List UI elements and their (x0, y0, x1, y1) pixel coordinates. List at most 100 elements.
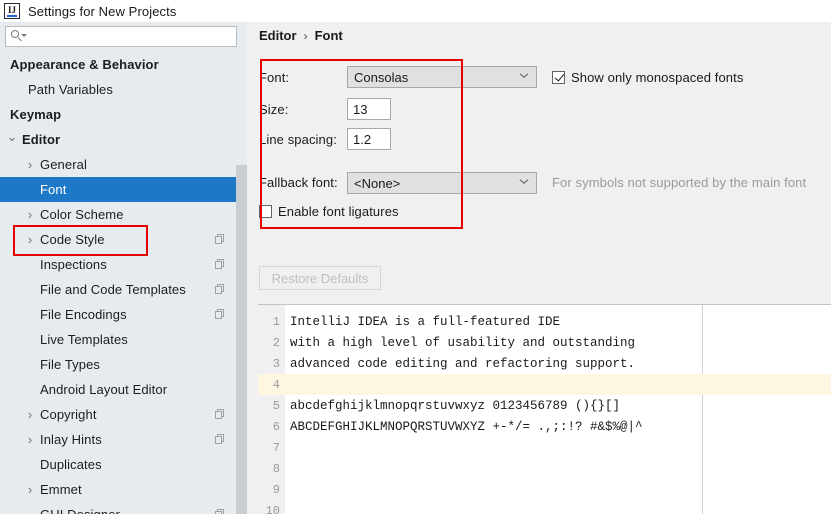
sidebar-item-label: General (40, 157, 87, 172)
line-number: 9 (258, 483, 285, 497)
line-text: advanced code editing and refactoring su… (290, 357, 635, 371)
chevron-down-icon[interactable]: ⌄ (6, 134, 18, 146)
sidebar-item-editor[interactable]: ⌄Editor (0, 127, 247, 152)
line-spacing-row: Line spacing: (259, 124, 831, 154)
copy-icon (215, 409, 225, 420)
sidebar-item-file-encodings[interactable]: File Encodings (0, 302, 247, 327)
ligatures-checkbox[interactable] (259, 205, 272, 218)
line-text: ABCDEFGHIJKLMNOPQRSTUVWXYZ +-*/= .,;:!? … (290, 420, 643, 434)
sidebar-item-label: Inspections (40, 257, 107, 272)
sidebar-item-live-templates[interactable]: Live Templates (0, 327, 247, 352)
monospaced-checkbox-row[interactable]: Show only monospaced fonts (552, 70, 743, 85)
font-row: Font: Consolas Show only monospaced font… (259, 60, 831, 94)
chevron-right-icon[interactable]: › (24, 209, 36, 221)
sidebar-item-label: Emmet (40, 482, 82, 497)
fallback-font-label: Fallback font: (259, 175, 347, 194)
search-icon (11, 30, 24, 43)
sidebar-item-color-scheme[interactable]: › Color Scheme (0, 202, 247, 227)
monospaced-checkbox[interactable] (552, 71, 565, 84)
fallback-font-hint: For symbols not supported by the main fo… (552, 175, 806, 194)
sidebar-scrollbar-thumb[interactable] (236, 165, 247, 514)
chevron-right-icon[interactable]: › (24, 234, 36, 246)
size-row: Size: (259, 94, 831, 124)
sidebar-item-emmet[interactable]: › Emmet (0, 477, 247, 502)
preview-line: 2with a high level of usability and outs… (258, 332, 831, 353)
size-label: Size: (259, 102, 347, 117)
chevron-down-icon (520, 178, 528, 186)
sidebar-item-label: Code Style (40, 232, 105, 247)
sidebar-item-label: Keymap (10, 107, 61, 122)
sidebar-item-general[interactable]: › General (0, 152, 247, 177)
sidebar-item-inspections[interactable]: Inspections (0, 252, 247, 277)
ligatures-label: Enable font ligatures (278, 204, 399, 219)
sidebar-item-file-types[interactable]: File Types (0, 352, 247, 377)
logo-underline (7, 15, 17, 17)
breadcrumb-current: Font (315, 28, 343, 43)
sidebar-item-label: File and Code Templates (40, 282, 186, 297)
sidebar-item-label: Path Variables (28, 82, 113, 97)
font-family-value: Consolas (354, 70, 408, 85)
font-preview-editor[interactable]: 1 IntelliJ IDEA is a full-featured IDE 2wi… (258, 304, 831, 514)
sidebar-item-path-variables[interactable]: Path Variables (0, 77, 247, 102)
copy-icon (215, 234, 225, 245)
chevron-right-icon: › (304, 29, 308, 43)
sidebar-item-code-style[interactable]: › Code Style (0, 227, 247, 252)
font-label: Font: (259, 70, 347, 85)
chevron-right-icon[interactable]: › (24, 484, 36, 496)
preview-line: 4 (258, 374, 831, 395)
font-form: Font: Consolas Show only monospaced font… (259, 60, 831, 228)
sidebar-item-android-layout-editor[interactable]: Android Layout Editor (0, 377, 247, 402)
line-text: IntelliJ IDEA is a full-featured IDE (290, 315, 560, 329)
sidebar-item-label: File Encodings (40, 307, 127, 322)
chevron-down-icon (520, 72, 528, 80)
line-text: with a high level of usability and outst… (290, 336, 635, 350)
line-number: 4 (258, 378, 285, 392)
settings-sidebar: Appearance & Behavior Path Variables Keyma… (0, 22, 247, 514)
search-box[interactable] (5, 26, 237, 47)
line-number: 6 (258, 420, 285, 434)
preview-line: 8 (258, 458, 831, 479)
sidebar-item-label: Appearance & Behavior (10, 57, 159, 72)
sidebar-item-font[interactable]: Font (0, 177, 247, 202)
sidebar-item-label: Copyright (40, 407, 97, 422)
sidebar-item-label: GUI Designer (40, 507, 120, 514)
line-spacing-label: Line spacing: (259, 132, 347, 147)
sidebar-item-gui-designer[interactable]: GUI Designer (0, 502, 247, 514)
settings-dialog: IJ Settings for New Projects Appearance … (0, 0, 831, 514)
sidebar-item-appearance-behavior[interactable]: Appearance & Behavior (0, 52, 247, 77)
line-text: abcdefghijklmnopqrstuvwxyz 0123456789 ()… (290, 399, 620, 413)
sidebar-item-duplicates[interactable]: Duplicates (0, 452, 247, 477)
sidebar-item-file-and-code-templates[interactable]: File and Code Templates (0, 277, 247, 302)
preview-line: 1 IntelliJ IDEA is a full-featured IDE (258, 311, 831, 332)
font-family-dropdown[interactable]: Consolas (347, 66, 537, 88)
copy-icon (215, 509, 225, 514)
preview-line: 5 abcdefghijklmnopqrstuvwxyz 0123456789 (… (258, 395, 831, 416)
logo-text: IJ (8, 6, 16, 15)
fallback-font-dropdown[interactable]: <None> (347, 172, 537, 194)
breadcrumb-root[interactable]: Editor (259, 28, 297, 43)
restore-defaults-button[interactable]: Restore Defaults (259, 266, 381, 290)
ligatures-checkbox-row[interactable]: Enable font ligatures (259, 204, 399, 219)
fallback-font-value: <None> (354, 176, 400, 191)
sidebar-scrollbar-track[interactable] (236, 52, 247, 514)
size-input[interactable] (347, 98, 391, 120)
ligatures-row: Enable font ligatures (259, 194, 831, 228)
preview-line: 3advanced code editing and refactoring s… (258, 353, 831, 374)
chevron-right-icon[interactable]: › (24, 159, 36, 171)
sidebar-item-label: Duplicates (40, 457, 102, 472)
sidebar-item-inlay-hints[interactable]: ›Inlay Hints (0, 427, 247, 452)
sidebar-item-label: Color Scheme (40, 207, 124, 222)
font-settings-panel: Editor › Font Font: Consolas Show only m… (247, 22, 831, 514)
search-area (0, 22, 247, 52)
line-number: 5 (258, 399, 285, 413)
line-number: 1 (258, 315, 285, 329)
sidebar-item-keymap[interactable]: Keymap (0, 102, 247, 127)
sidebar-item-copyright[interactable]: › Copyright (0, 402, 247, 427)
intellij-idea-icon: IJ (4, 3, 20, 19)
line-spacing-input[interactable] (347, 128, 391, 150)
chevron-right-icon[interactable]: › (24, 434, 36, 446)
search-input[interactable] (28, 29, 222, 45)
copy-icon (215, 309, 225, 320)
chevron-right-icon[interactable]: › (24, 409, 36, 421)
preview-line: 6 ABCDEFGHIJKLMNOPQRSTUVWXYZ +-*/= .,;:!?… (258, 416, 831, 437)
